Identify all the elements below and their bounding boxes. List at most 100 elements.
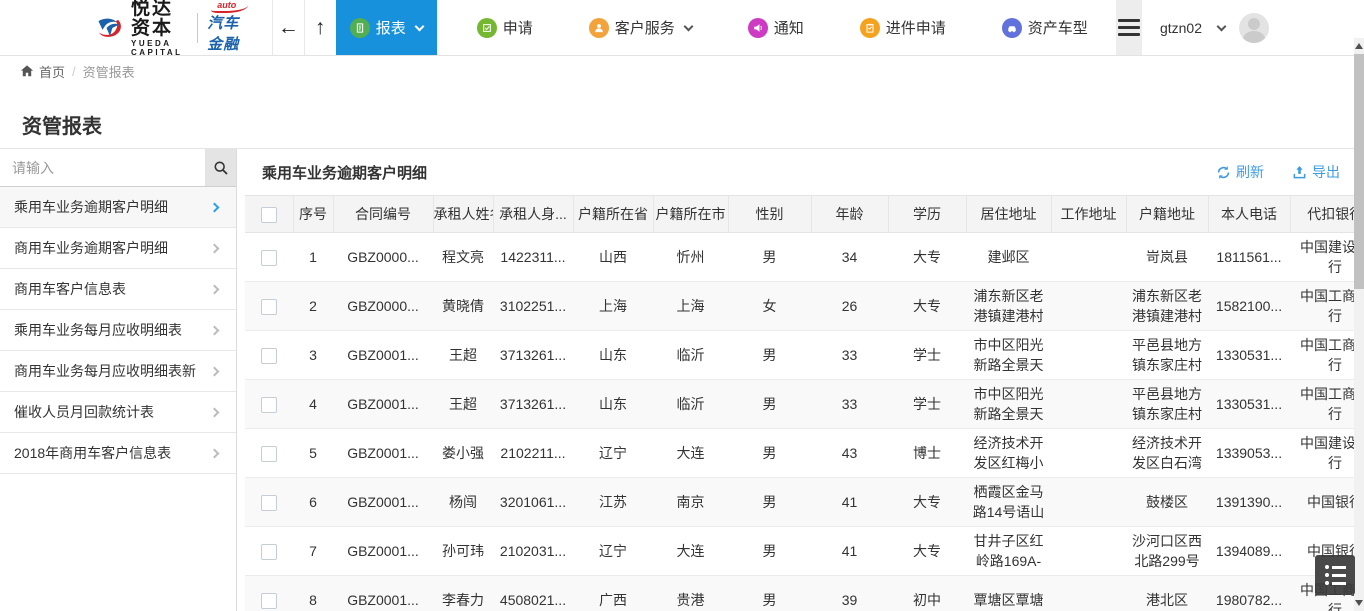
cell-city: 临沂	[653, 331, 728, 380]
scrollbar-thumb[interactable]	[1354, 54, 1364, 289]
search-input[interactable]	[0, 149, 205, 186]
cell-contract: GBZ0001...	[333, 380, 433, 429]
cell-gender: 男	[728, 233, 811, 282]
row-checkbox[interactable]	[261, 397, 277, 413]
overdue-customers-table: 序号合同编号承租人姓名承租人身...户籍所在省户籍所在市性别年龄学历居住地址工作…	[245, 195, 1364, 611]
cell-seq: 4	[293, 380, 333, 429]
sidebar-item-passenger-overdue[interactable]: 乘用车业务逾期客户明细	[0, 187, 236, 228]
refresh-icon	[1216, 165, 1231, 180]
nav-item-reports[interactable]: 报表	[336, 0, 437, 55]
report-icon	[350, 18, 370, 38]
auto-finance-label: 汽车金融	[207, 15, 239, 53]
column-header: 户籍所在省	[573, 196, 653, 233]
search-button[interactable]	[205, 149, 236, 186]
chevron-right-icon	[210, 202, 220, 212]
cell-contract: GBZ0001...	[333, 429, 433, 478]
cell-seq: 6	[293, 478, 333, 527]
refresh-button[interactable]: 刷新	[1216, 162, 1264, 182]
row-checkbox[interactable]	[261, 593, 277, 609]
column-header: 户籍所在市	[653, 196, 728, 233]
logo-text: 悦达资本 YUEDA CAPITAL	[131, 0, 187, 57]
cell-registered_address: 平邑县地方镇东家庄村	[1126, 331, 1208, 380]
chevron-down-icon	[414, 21, 424, 31]
logo-name-en: YUEDA CAPITAL	[131, 39, 187, 57]
chevron-right-icon	[210, 366, 220, 376]
cell-education: 大专	[888, 233, 966, 282]
yueda-logo-mark-icon	[95, 8, 125, 48]
nav-item-asset-vehicle[interactable]: 资产车型	[986, 0, 1104, 55]
cell-checkbox	[245, 331, 293, 380]
panel-header: 乘用车业务逾期客户明细 刷新 导出	[237, 149, 1364, 195]
row-checkbox[interactable]	[261, 250, 277, 266]
cell-checkbox	[245, 380, 293, 429]
chevron-right-icon	[210, 448, 220, 458]
notice-icon	[748, 18, 768, 38]
cell-name: 孙可玮	[433, 527, 493, 576]
cell-work_address	[1051, 478, 1126, 527]
cell-phone: 1339053...	[1208, 429, 1290, 478]
cell-age: 33	[811, 331, 888, 380]
cell-gender: 男	[728, 527, 811, 576]
data-table-wrapper: 序号合同编号承租人姓名承租人身...户籍所在省户籍所在市性别年龄学历居住地址工作…	[245, 195, 1364, 611]
vertical-scrollbar[interactable]	[1354, 38, 1364, 611]
cell-name: 娄小强	[433, 429, 493, 478]
auto-finance-badge: auto 汽车金融	[207, 2, 244, 54]
nav-item-label: 资产车型	[1028, 17, 1088, 38]
cell-phone: 1980782...	[1208, 576, 1290, 611]
cell-city: 临沂	[653, 380, 728, 429]
select-all-checkbox[interactable]	[261, 207, 277, 223]
table-row: 7GBZ0001...孙可玮2102031...辽宁大连男41大专甘井子区红岭路…	[245, 527, 1364, 576]
sidebar-item-label: 商用车客户信息表	[14, 279, 126, 299]
select-all-header[interactable]	[245, 196, 293, 233]
row-checkbox[interactable]	[261, 446, 277, 462]
cell-work_address	[1051, 527, 1126, 576]
cell-gender: 男	[728, 478, 811, 527]
user-menu[interactable]: gtzn02	[1142, 0, 1364, 55]
cell-phone: 1811561...	[1208, 233, 1290, 282]
column-header: 合同编号	[333, 196, 433, 233]
sidebar-item-passenger-monthly-receivable[interactable]: 乘用车业务每月应收明细表	[0, 310, 236, 351]
sidebar-item-2018-commercial-customer-info[interactable]: 2018年商用车客户信息表	[0, 433, 236, 474]
cell-age: 41	[811, 478, 888, 527]
asset-vehicle-icon	[1002, 18, 1022, 38]
nav-item-intake-apply[interactable]: 进件申请	[844, 0, 962, 55]
customer-service-icon	[589, 18, 609, 38]
cell-education: 大专	[888, 282, 966, 331]
cell-registered_address: 浦东新区老港镇建港村	[1126, 282, 1208, 331]
avatar[interactable]	[1239, 13, 1269, 43]
row-checkbox[interactable]	[261, 544, 277, 560]
sidebar-item-collector-monthly-stats[interactable]: 催收人员月回款统计表	[0, 392, 236, 433]
row-checkbox[interactable]	[261, 299, 277, 315]
column-header: 居住地址	[966, 196, 1051, 233]
cell-contract: GBZ0000...	[333, 233, 433, 282]
sidebar-item-commercial-overdue[interactable]: 商用车业务逾期客户明细	[0, 228, 236, 269]
scrollbar-down-arrow[interactable]	[1355, 600, 1363, 606]
sidebar-item-commercial-monthly-receivable-new[interactable]: 商用车业务每月应收明细表新	[0, 351, 236, 392]
content-area: 乘用车业务逾期客户明细 商用车业务逾期客户明细 商用车客户信息表 乘用车业务每月…	[0, 148, 1364, 611]
nav-item-customer-service[interactable]: 客户服务	[573, 0, 708, 55]
scrollbar-up-arrow[interactable]	[1355, 43, 1363, 49]
cell-province: 山西	[573, 233, 653, 282]
nav-item-notifications[interactable]: 通知	[732, 0, 820, 55]
column-header: 户籍地址	[1126, 196, 1208, 233]
apply-icon	[477, 18, 497, 38]
breadcrumb-current: 资管报表	[83, 62, 135, 81]
nav-item-apply[interactable]: 申请	[461, 0, 549, 55]
sidebar-item-commercial-customer-info[interactable]: 商用车客户信息表	[0, 269, 236, 310]
up-arrow-button[interactable]: ↑	[305, 0, 336, 55]
export-button[interactable]: 导出	[1292, 162, 1340, 182]
hamburger-menu-button[interactable]	[1116, 0, 1142, 55]
floating-list-button[interactable]	[1315, 555, 1355, 595]
row-checkbox[interactable]	[261, 495, 277, 511]
back-arrow-button[interactable]: ←	[273, 0, 304, 55]
panel-title: 乘用车业务逾期客户明细	[262, 162, 427, 183]
breadcrumb-home[interactable]: 首页	[39, 62, 65, 81]
cell-city: 贵港	[653, 576, 728, 611]
export-label: 导出	[1312, 162, 1340, 182]
sidebar-item-label: 2018年商用车客户信息表	[14, 443, 171, 463]
search-icon	[213, 160, 229, 176]
row-checkbox[interactable]	[261, 348, 277, 364]
cell-home_address: 甘井子区红岭路169A-	[966, 527, 1051, 576]
cell-checkbox	[245, 576, 293, 611]
yueda-logo: 悦达资本 YUEDA CAPITAL auto 汽车金融	[95, 0, 244, 55]
